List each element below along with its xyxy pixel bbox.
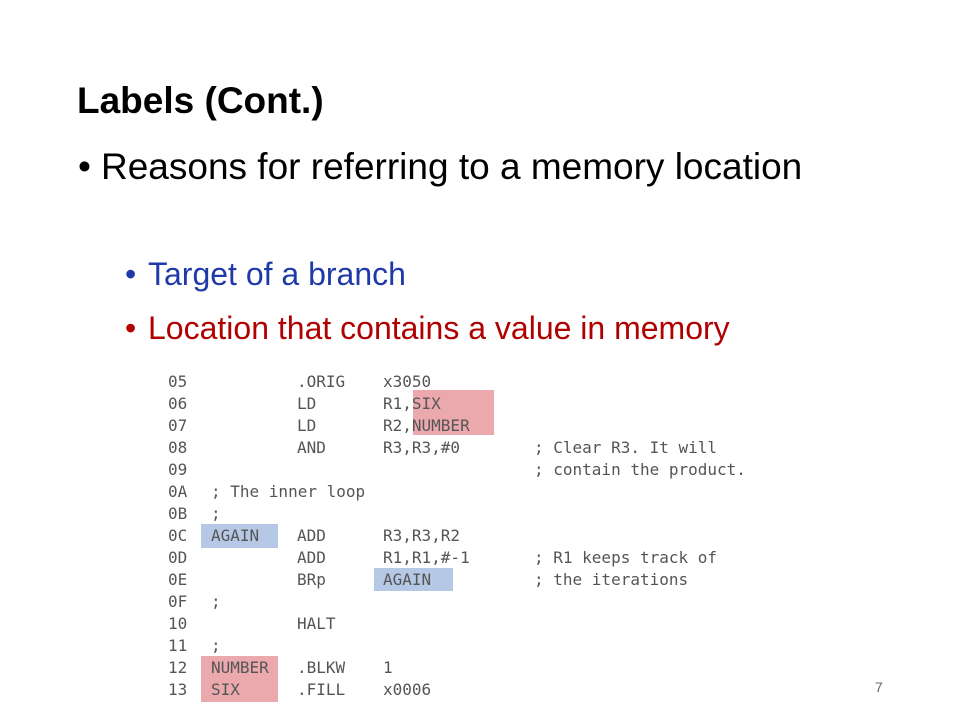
code-opcode: LD	[297, 416, 317, 435]
code-listing: 05 .ORIG x3050 06 LD R1,SIX 07 LD R2,NUMBER 08 AND…	[168, 371, 788, 702]
code-label: ;	[211, 592, 221, 611]
sub-bullet-branch: • Target of a branch	[125, 254, 406, 294]
code-label: ;	[211, 636, 221, 655]
line-number: 13	[168, 680, 188, 699]
line-number: 0F	[168, 592, 188, 611]
code-opcode: HALT	[297, 614, 336, 633]
code-operands: x0006	[383, 680, 432, 699]
line-number: 06	[168, 394, 188, 413]
code-opcode: BRp	[297, 570, 326, 589]
code-opcode: AND	[297, 438, 326, 457]
code-comment: ; contain the product.	[534, 460, 746, 479]
code-label: NUMBER	[211, 658, 269, 677]
sub-bullet-text: Target of a branch	[148, 256, 406, 292]
code-operands: R1,SIX	[383, 394, 441, 413]
line-number: 07	[168, 416, 188, 435]
line-number: 08	[168, 438, 188, 457]
line-number: 11	[168, 636, 188, 655]
code-comment: ; Clear R3. It will	[534, 438, 718, 457]
bullet-dot: •	[125, 310, 137, 346]
bullet-dot: •	[78, 146, 91, 187]
sub-bullet-value: • Location that contains a value in memo…	[125, 308, 730, 348]
line-number: 0A	[168, 482, 188, 501]
code-opcode: .BLKW	[297, 658, 346, 677]
code-opcode: .ORIG	[297, 372, 346, 391]
code-opcode: ADD	[297, 548, 326, 567]
code-label: AGAIN	[211, 526, 260, 545]
code-label: ;	[211, 504, 221, 523]
code-opcode: LD	[297, 394, 317, 413]
code-opcode: ADD	[297, 526, 326, 545]
code-label: SIX	[211, 680, 240, 699]
code-operands: x3050	[383, 372, 432, 391]
slide-title: Labels (Cont.)	[77, 80, 324, 121]
line-number: 09	[168, 460, 188, 479]
main-bullet: • Reasons for referring to a memory loca…	[78, 142, 838, 192]
line-number: 0E	[168, 570, 188, 589]
bullet-dot: •	[125, 256, 137, 292]
code-comment: ; R1 keeps track of	[534, 548, 718, 567]
code-comment: ; the iterations	[534, 570, 689, 589]
line-number: 10	[168, 614, 188, 633]
code-operands: AGAIN	[383, 570, 432, 589]
code-label: ; The inner loop	[211, 482, 366, 501]
code-operands: R1,R1,#-1	[383, 548, 470, 567]
code-operands: 1	[383, 658, 393, 677]
line-number: 0D	[168, 548, 188, 567]
line-number: 0C	[168, 526, 188, 545]
line-number: 05	[168, 372, 188, 391]
code-operands: R3,R3,R2	[383, 526, 461, 545]
line-number: 0B	[168, 504, 188, 523]
sub-bullet-text: Location that contains a value in memory	[148, 310, 730, 346]
line-number: 12	[168, 658, 188, 677]
page-number: 7	[875, 679, 883, 695]
code-opcode: .FILL	[297, 680, 346, 699]
code-operands: R3,R3,#0	[383, 438, 461, 457]
code-operands: R2,NUMBER	[383, 416, 470, 435]
main-bullet-text: Reasons for referring to a memory locati…	[101, 146, 803, 187]
